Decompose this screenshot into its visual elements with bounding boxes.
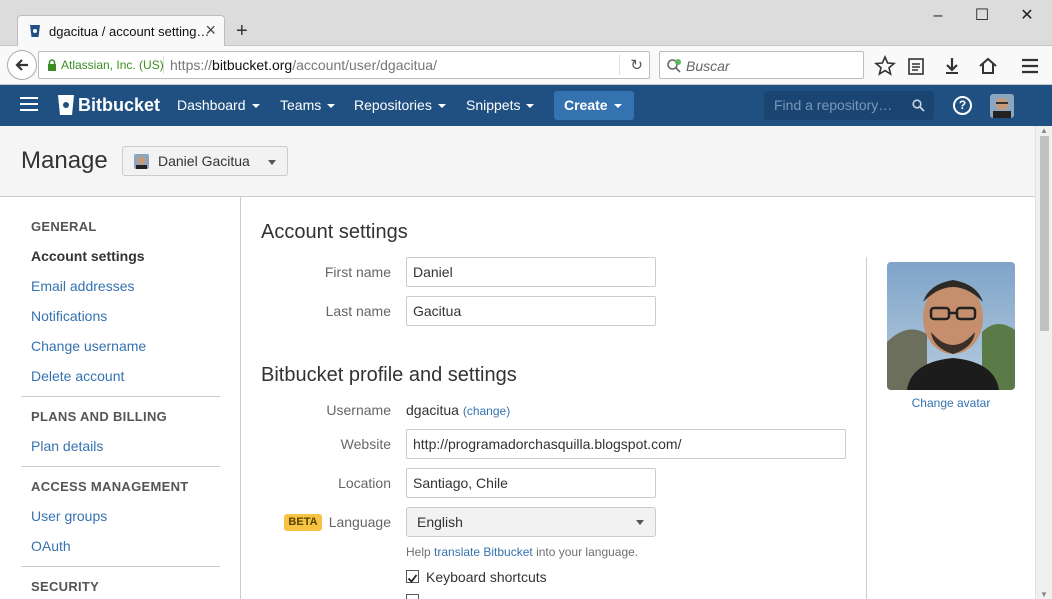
translate-help-text: Help translate Bitbucket into your langu… [406,545,639,559]
download-icon[interactable] [941,55,963,77]
back-button[interactable] [7,50,37,80]
browser-navbar: Atlassian, Inc. (US) https://bitbucket.o… [0,46,1052,85]
url-divider [619,55,620,75]
scroll-up-icon[interactable]: ▲ [1040,126,1048,135]
nav-teams[interactable]: Teams [280,97,336,113]
language-label: Language [328,514,391,530]
sidebar-heading-security: SECURITY [31,579,100,594]
account-selector[interactable]: Daniel Gacitua [122,146,288,176]
account-settings-heading: Account settings [261,221,408,243]
sidebar-divider [21,466,220,467]
sidebar-divider [21,566,220,567]
user-avatar-icon [134,154,149,169]
first-name-label: First name [324,264,391,280]
reload-icon[interactable]: ↻ [630,56,643,74]
user-avatar-icon [990,94,1014,118]
avatar[interactable] [990,94,1014,118]
last-name-field[interactable]: Gacitua [406,296,656,326]
new-tab-icon[interactable]: + [236,21,248,41]
create-button[interactable]: Create [554,91,634,120]
lock-icon [48,59,56,71]
account-selector-label: Daniel Gacitua [158,153,250,169]
profile-photo-icon [887,262,1015,390]
page-title: Manage [21,147,108,174]
brand-name[interactable]: Bitbucket [78,95,160,116]
sidebar-divider [21,396,220,397]
sidebar-heading-general: GENERAL [31,219,97,234]
username-value: dgacitua (change) [406,402,511,418]
language-select[interactable]: English [406,507,656,537]
search-icon [912,99,925,112]
last-name-label: Last name [325,303,391,319]
location-field[interactable]: Santiago, Chile [406,468,656,498]
keyboard-shortcuts-label[interactable]: Keyboard shortcuts [426,569,547,585]
location-label: Location [338,475,391,491]
nav-dashboard[interactable]: Dashboard [177,97,260,113]
profile-settings-heading: Bitbucket profile and settings [261,364,517,386]
translate-bitbucket-link[interactable]: translate Bitbucket [434,545,533,559]
browser-tab[interactable]: dgacitua / account setting… × [17,15,225,47]
chevron-down-icon [636,520,644,525]
browser-search-placeholder: Buscar [686,58,730,74]
menu-icon[interactable] [1019,55,1041,77]
website-field[interactable]: http://programadorchasquilla.blogspot.co… [406,429,846,459]
reading-list-icon[interactable] [905,55,927,77]
content-divider [866,257,867,599]
sidebar-item-oauth[interactable]: OAuth [31,538,71,554]
browser-titlebar: dgacitua / account setting… × + – ☐ ✕ [0,0,1052,47]
back-arrow-icon [15,59,28,71]
bitbucket-logo-icon[interactable] [56,93,76,117]
settings-sidebar: GENERAL Account settings Email addresses… [0,197,241,599]
page-scrollbar[interactable]: ▲ ▼ [1035,126,1052,599]
first-name-field[interactable]: Daniel [406,257,656,287]
site-identity[interactable]: Atlassian, Inc. (US) [61,58,164,72]
minimize-icon[interactable]: – [928,6,948,26]
home-icon[interactable] [977,55,999,77]
maximize-icon[interactable]: ☐ [972,6,992,26]
url-separator [163,56,164,74]
app-switcher-icon[interactable] [20,97,38,113]
sidebar-item-user-groups[interactable]: User groups [31,508,107,524]
change-username-link[interactable]: (change) [463,404,510,418]
keyboard-shortcuts-checkbox[interactable] [406,570,419,583]
repository-search-input[interactable]: Find a repository… [764,91,934,120]
sidebar-item-delete-account[interactable]: Delete account [31,368,124,384]
change-avatar-link[interactable]: Change avatar [887,396,1015,410]
page-header: Manage Daniel Gacitua [0,126,1035,197]
sidebar-heading-access: ACCESS MANAGEMENT [31,479,189,494]
sidebar-item-account-settings[interactable]: Account settings [31,248,145,264]
bitbucket-favicon-icon [30,25,40,37]
help-icon[interactable]: ? [953,96,972,115]
url-text[interactable]: https://bitbucket.org/account/user/dgaci… [170,57,437,73]
sidebar-heading-plans: PLANS AND BILLING [31,409,168,424]
search-engine-icon [667,59,681,73]
username-label: Username [326,402,391,418]
nav-repositories[interactable]: Repositories [354,97,446,113]
scroll-down-icon[interactable]: ▼ [1040,590,1048,599]
close-window-icon[interactable]: ✕ [1017,6,1037,26]
chevron-down-icon [268,160,276,165]
tab-title: dgacitua / account setting… [49,24,210,39]
browser-search-bar[interactable]: Buscar [659,51,864,79]
sidebar-item-email-addresses[interactable]: Email addresses [31,278,135,294]
tab-close-icon[interactable]: × [205,20,216,40]
repository-search-placeholder: Find a repository… [774,97,893,113]
avatar[interactable] [887,262,1015,390]
url-bar[interactable]: Atlassian, Inc. (US) https://bitbucket.o… [38,51,650,79]
bitbucket-header: Bitbucket Dashboard Teams Repositories S… [0,85,1052,126]
partial-checkbox[interactable] [406,594,419,599]
sidebar-item-plan-details[interactable]: Plan details [31,438,103,454]
scrollbar-thumb[interactable] [1040,136,1049,331]
avatar [134,154,149,169]
nav-snippets[interactable]: Snippets [466,97,535,113]
checkmark-icon [407,574,418,583]
bookmark-star-icon[interactable] [874,55,896,77]
sidebar-item-notifications[interactable]: Notifications [31,308,107,324]
website-label: Website [340,436,391,452]
sidebar-item-change-username[interactable]: Change username [31,338,146,354]
